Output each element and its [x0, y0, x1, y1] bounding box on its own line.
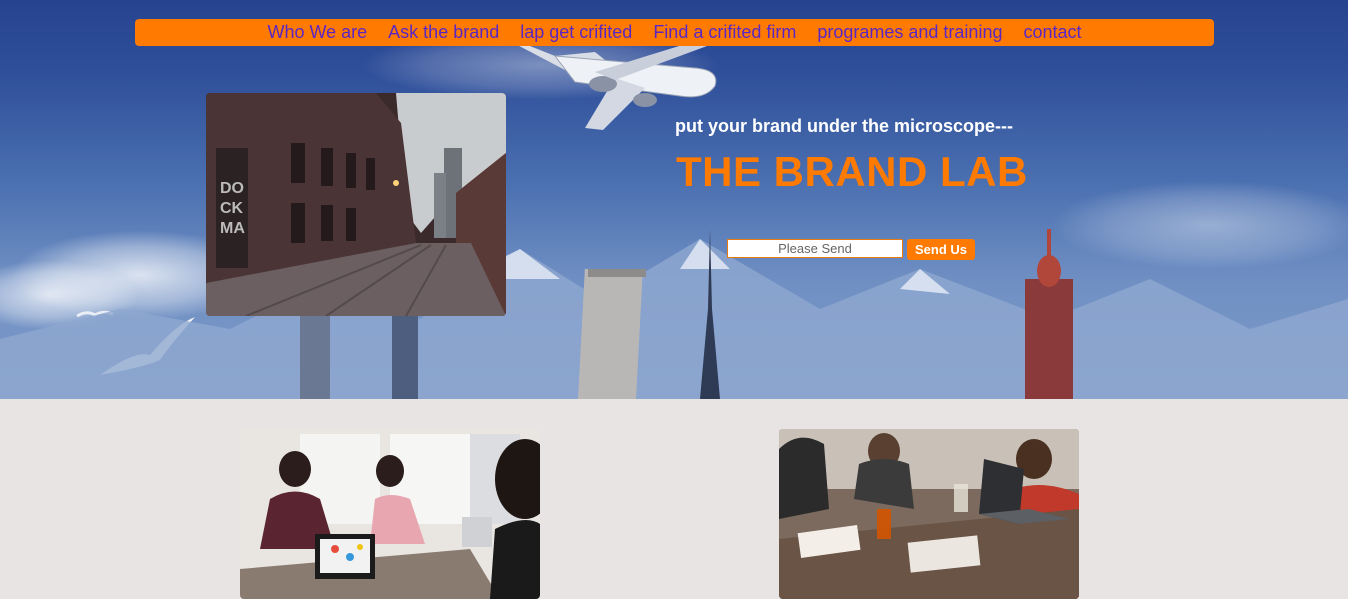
hero-section [0, 0, 1348, 399]
page-title: THE BRAND LAB [676, 148, 1028, 195]
nav-item-get-certified[interactable]: lap get crifited [520, 22, 632, 43]
hero-tagline: put your brand under the microscope--- [675, 116, 1014, 136]
nav-item-find-certified-firm[interactable]: Find a crifited firm [653, 22, 796, 43]
svg-text:CK: CK [220, 200, 244, 217]
nav-item-contact[interactable]: contact [1023, 22, 1081, 43]
nav-item-programmes-training[interactable]: programes and training [817, 22, 1002, 43]
landmarks-skyline [0, 229, 1348, 399]
desk-photo [779, 429, 1079, 599]
nav-item-who-we-are[interactable]: Who We are [267, 22, 367, 43]
street-photo: DO CK MA [206, 93, 506, 316]
nav-item-ask-the-brand[interactable]: Ask the brand [388, 22, 499, 43]
svg-text:DO: DO [220, 180, 244, 197]
send-form: Send Us [727, 239, 976, 260]
send-us-button[interactable]: Send Us [907, 239, 976, 260]
top-nav-bar: Who We are Ask the brand lap get crifite… [135, 19, 1214, 46]
svg-text:MA: MA [220, 220, 245, 237]
meeting-photo [240, 429, 540, 599]
send-input[interactable] [727, 239, 903, 258]
